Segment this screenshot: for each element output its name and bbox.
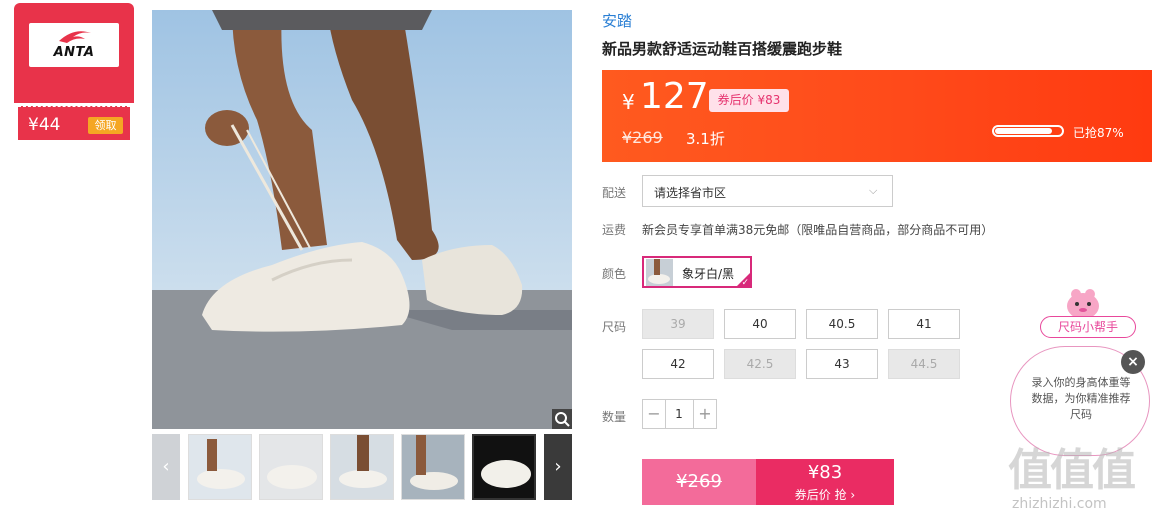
close-icon[interactable]: × <box>1121 350 1145 374</box>
color-option-selected[interactable]: 象牙白/黑 ✓ <box>642 256 752 288</box>
size-option: 42.5 <box>724 349 796 379</box>
coupon-badge[interactable]: ANTA ¥44 领取 <box>14 3 134 140</box>
sold-progress-fill <box>995 128 1052 134</box>
price-banner: ¥ 127 券后价 ¥83 ¥269 3.1折 已抢87% <box>602 70 1152 162</box>
region-select-value: 请选择省市区 <box>654 186 727 200</box>
current-price: 127 <box>640 76 709 117</box>
zoom-button[interactable] <box>552 409 572 429</box>
original-price: ¥269 <box>622 128 663 147</box>
size-option: 44.5 <box>888 349 960 379</box>
discount-label: 3.1折 <box>686 130 725 148</box>
quantity-increase-button[interactable]: + <box>693 399 717 429</box>
size-option[interactable]: 43 <box>806 349 878 379</box>
size-helper-button[interactable]: 尺码小帮手 <box>1040 316 1136 338</box>
size-option[interactable]: 42 <box>642 349 714 379</box>
coupon-amount: ¥44 <box>28 115 61 135</box>
check-icon: ✓ <box>741 278 749 288</box>
brand-logo: ANTA <box>29 23 119 67</box>
delivery-label: 配送 <box>602 186 627 200</box>
thumbnail[interactable] <box>259 434 323 500</box>
chevron-down-icon: ⌵ <box>869 184 878 197</box>
claim-coupon-button[interactable]: 领取 <box>88 117 123 134</box>
buy-coupon-price: ¥83 <box>807 462 843 483</box>
buy-original-price-button[interactable]: ¥269 <box>642 459 756 505</box>
brand-link[interactable]: 安踏 <box>602 10 632 31</box>
sold-progress-bar <box>992 125 1064 137</box>
size-label: 尺码 <box>602 320 627 334</box>
size-option: 39 <box>642 309 714 339</box>
thumbnail-strip: ‹ › <box>152 434 572 500</box>
quantity-label: 数量 <box>602 410 627 424</box>
main-product-image <box>152 10 572 429</box>
shipping-label: 运费 <box>602 223 627 237</box>
buy-coupon-label: 券后价 抢 › <box>794 488 856 502</box>
buy-with-coupon-button[interactable]: ¥83 券后价 抢 › <box>756 459 894 505</box>
thumbnail-selected[interactable] <box>472 434 536 500</box>
shipping-info: 新会员专享首单满38元免邮（限唯品自营商品，部分商品不可用） <box>642 223 994 237</box>
region-select[interactable]: 请选择省市区 ⌵ <box>642 175 893 207</box>
color-label: 颜色 <box>602 267 627 281</box>
size-option[interactable]: 41 <box>888 309 960 339</box>
size-option[interactable]: 40 <box>724 309 796 339</box>
thumbnail[interactable] <box>330 434 394 500</box>
coupon-header: ANTA <box>14 3 134 103</box>
magnifier-icon <box>555 412 570 427</box>
color-thumbnail <box>646 259 673 286</box>
size-option[interactable]: 40.5 <box>806 309 878 339</box>
watermark-url: zhizhizhi.com <box>1012 496 1107 512</box>
quantity-input[interactable]: 1 <box>665 399 693 429</box>
product-title: 新品男款舒适运动鞋百搭缓震跑步鞋 <box>602 40 843 58</box>
watermark-logo: 值值值 <box>1008 445 1136 496</box>
color-option-label: 象牙白/黑 <box>682 267 735 281</box>
size-helper-text: 录入你的身高体重等数据，为你精准推荐尺码 <box>1031 376 1131 421</box>
sold-progress-text: 已抢87% <box>1073 126 1124 140</box>
quantity-decrease-button[interactable]: − <box>642 399 666 429</box>
after-coupon-badge: 券后价 ¥83 <box>709 89 789 112</box>
thumbnail-prev-button[interactable]: ‹ <box>152 434 180 500</box>
thumbnail-next-button[interactable]: › <box>544 434 572 500</box>
price-currency: ¥ <box>622 90 635 114</box>
coupon-footer: ¥44 领取 <box>18 106 130 140</box>
brand-logo-text: ANTA <box>53 45 95 60</box>
thumbnail[interactable] <box>401 434 465 500</box>
thumbnail[interactable] <box>188 434 252 500</box>
mascot-icon <box>1067 289 1099 319</box>
